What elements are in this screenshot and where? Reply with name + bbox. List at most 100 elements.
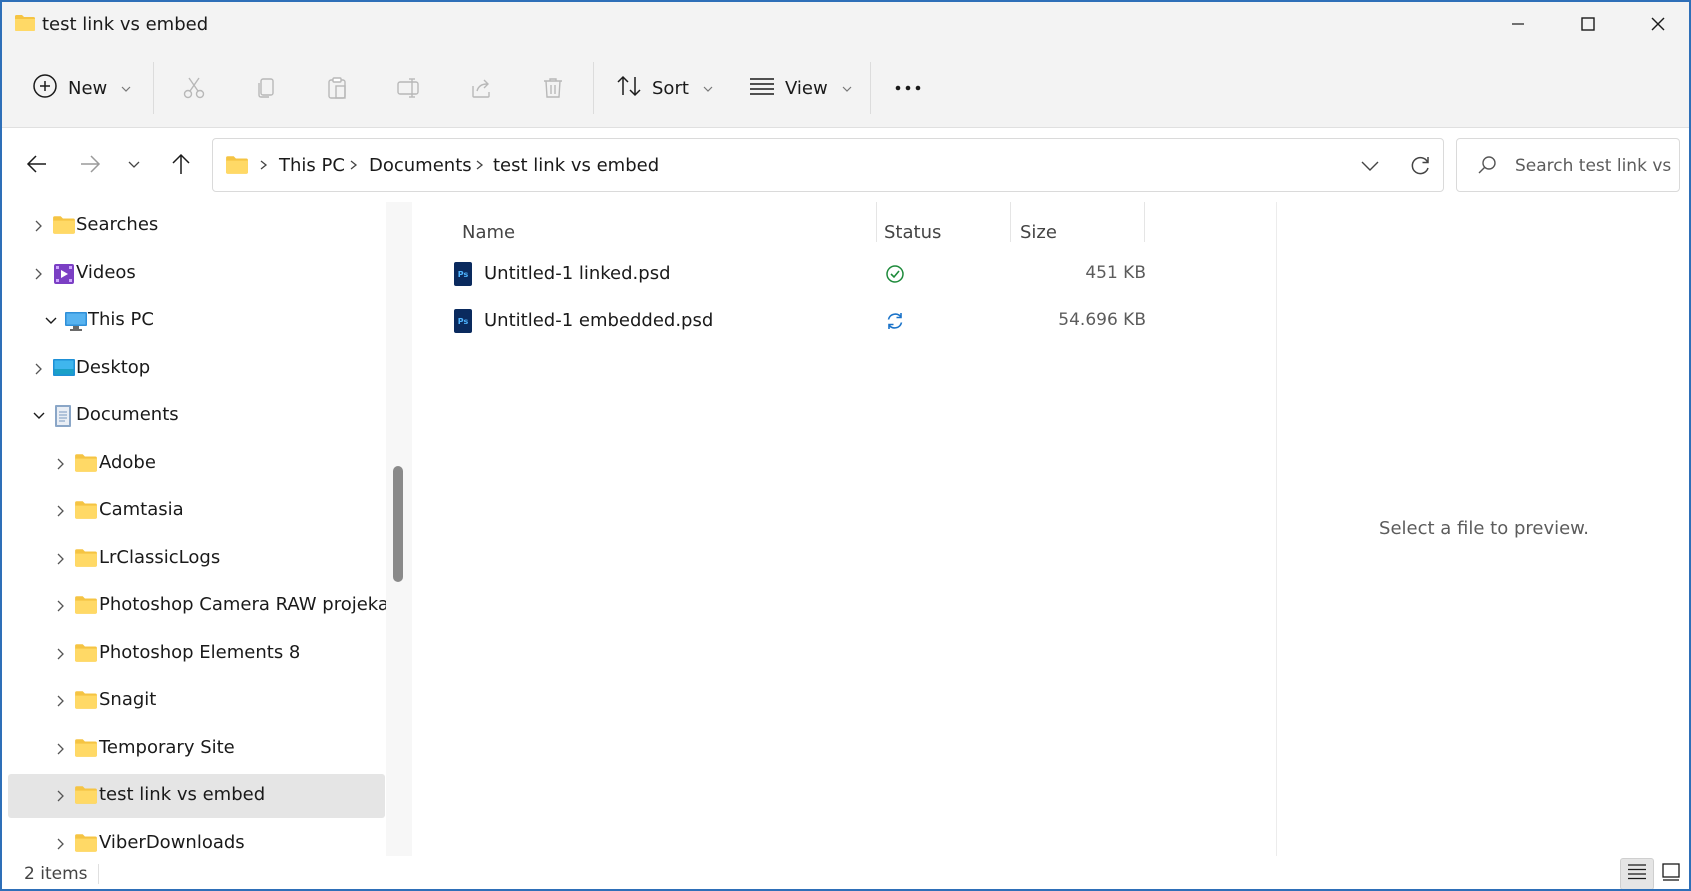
nav-tree-item[interactable]: Videos	[8, 252, 385, 296]
address-bar[interactable]: This PC Documents test link vs embed	[212, 138, 1444, 192]
file-row[interactable]: Ps Untitled-1 embedded.psd 54.696 KB	[444, 299, 1264, 343]
maximize-button[interactable]	[1553, 2, 1623, 46]
breadcrumb-current-folder[interactable]: test link vs embed	[493, 155, 659, 176]
view-label: View	[785, 77, 828, 99]
cut-icon[interactable]	[178, 72, 210, 104]
explorer-window: test link vs embed New Sort View This PC…	[0, 0, 1691, 891]
command-bar: New Sort View	[2, 46, 1689, 128]
nav-tree-label: Snagit	[99, 689, 157, 710]
chevron-right-icon[interactable]	[52, 692, 70, 710]
view-list-icon	[749, 76, 775, 101]
sort-label: Sort	[652, 77, 689, 99]
nav-tree-item[interactable]: Temporary Site	[8, 727, 385, 771]
folder-icon	[74, 689, 98, 713]
sync-complete-icon	[885, 264, 905, 288]
folder-icon	[74, 594, 98, 618]
nav-tree-label: Photoshop Camera RAW projekat	[99, 594, 396, 615]
chevron-right-icon[interactable]	[52, 835, 70, 853]
sort-button[interactable]: Sort	[616, 66, 713, 110]
column-header-size[interactable]: Size	[1020, 212, 1057, 252]
documents-icon	[52, 404, 76, 428]
nav-tree-item[interactable]: Photoshop Camera RAW projekat	[8, 584, 396, 628]
chevron-right-icon[interactable]	[52, 550, 70, 568]
nav-tree-label: Adobe	[99, 451, 156, 473]
file-row[interactable]: Ps Untitled-1 linked.psd 451 KB	[444, 252, 1264, 296]
toolbar-separator	[870, 62, 871, 114]
recent-locations-button[interactable]	[116, 146, 152, 182]
delete-icon[interactable]	[537, 72, 569, 104]
nav-tree-item[interactable]: Desktop	[8, 347, 385, 391]
forward-button[interactable]	[72, 146, 108, 182]
nav-tree-item[interactable]: Photoshop Elements 8	[8, 632, 385, 676]
nav-tree-item[interactable]: Documents	[8, 394, 385, 438]
up-button[interactable]	[163, 146, 199, 182]
chevron-right-icon[interactable]	[52, 502, 70, 520]
column-divider[interactable]	[876, 202, 877, 242]
chevron-down-icon[interactable]	[42, 312, 60, 330]
refresh-icon[interactable]	[1405, 151, 1435, 181]
column-header-name[interactable]: Name	[462, 212, 515, 252]
close-button[interactable]	[1623, 2, 1689, 46]
folder-icon	[14, 14, 36, 36]
plus-circle-icon	[32, 73, 58, 104]
nav-tree-label: Documents	[76, 404, 179, 425]
nav-tree-label: Photoshop Elements 8	[99, 641, 301, 663]
file-name: Untitled-1 embedded.psd	[484, 310, 714, 331]
nav-tree-label: Searches	[76, 214, 159, 235]
nav-tree-item[interactable]: Adobe	[8, 442, 385, 486]
breadcrumb-this-pc[interactable]: This PC	[279, 155, 345, 176]
chevron-right-icon[interactable]	[30, 217, 48, 235]
chevron-right-icon[interactable]	[52, 740, 70, 758]
back-button[interactable]	[19, 146, 55, 182]
nav-tree-item[interactable]: Snagit	[8, 679, 385, 723]
details-view-button[interactable]	[1620, 858, 1654, 889]
file-size: 451 KB	[1085, 263, 1146, 283]
new-button[interactable]: New	[32, 66, 131, 110]
chevron-right-icon[interactable]	[52, 645, 70, 663]
paste-icon[interactable]	[321, 72, 353, 104]
address-history-chevron-icon[interactable]	[1355, 153, 1385, 179]
folder-icon	[74, 737, 98, 761]
column-header-status[interactable]: Status	[884, 212, 941, 252]
file-size: 54.696 KB	[1058, 310, 1146, 330]
large-icons-view-button[interactable]	[1654, 858, 1688, 889]
photoshop-file-icon: Ps	[454, 309, 472, 337]
chevron-right-icon[interactable]	[52, 597, 70, 615]
chevron-right-icon[interactable]	[52, 455, 70, 473]
toolbar-separator	[593, 62, 594, 114]
chevron-right-icon[interactable]	[30, 360, 48, 378]
search-input[interactable]	[1515, 153, 1675, 179]
nav-tree-item[interactable]: ViberDownloads	[8, 822, 385, 857]
photoshop-file-icon: Ps	[454, 262, 472, 290]
breadcrumb-documents[interactable]: Documents	[369, 155, 472, 176]
folder-icon	[74, 547, 98, 571]
nav-scrollbar-thumb[interactable]	[393, 466, 403, 582]
chevron-right-icon[interactable]	[30, 265, 48, 283]
nav-tree-label: ViberDownloads	[99, 831, 245, 853]
more-options-icon[interactable]	[892, 72, 924, 104]
search-box[interactable]	[1456, 138, 1680, 192]
nav-tree-item[interactable]: Camtasia	[8, 489, 385, 533]
title-bar: test link vs embed	[2, 2, 1689, 46]
toolbar-separator	[153, 62, 154, 114]
nav-tree-item[interactable]: Searches	[8, 204, 385, 248]
share-icon[interactable]	[465, 72, 497, 104]
copy-icon[interactable]	[250, 72, 282, 104]
nav-tree-item[interactable]: This PC	[8, 299, 385, 343]
nav-tree-item[interactable]: test link vs embed	[8, 774, 385, 818]
nav-tree-label: Desktop	[76, 356, 151, 378]
column-divider[interactable]	[1144, 202, 1145, 242]
chevron-right-icon	[259, 155, 269, 179]
chevron-down-icon[interactable]	[30, 407, 48, 425]
folder-icon	[52, 214, 76, 238]
nav-tree-item[interactable]: LrClassicLogs	[8, 537, 385, 581]
nav-tree-label: Camtasia	[99, 499, 184, 520]
minimize-button[interactable]	[1483, 2, 1553, 46]
rename-icon[interactable]	[393, 72, 425, 104]
chevron-right-icon[interactable]	[52, 787, 70, 805]
details-view-icon	[1627, 863, 1647, 885]
folder-icon	[74, 832, 98, 856]
folder-icon	[74, 499, 98, 523]
column-divider[interactable]	[1010, 202, 1011, 242]
view-button[interactable]: View	[749, 66, 852, 110]
